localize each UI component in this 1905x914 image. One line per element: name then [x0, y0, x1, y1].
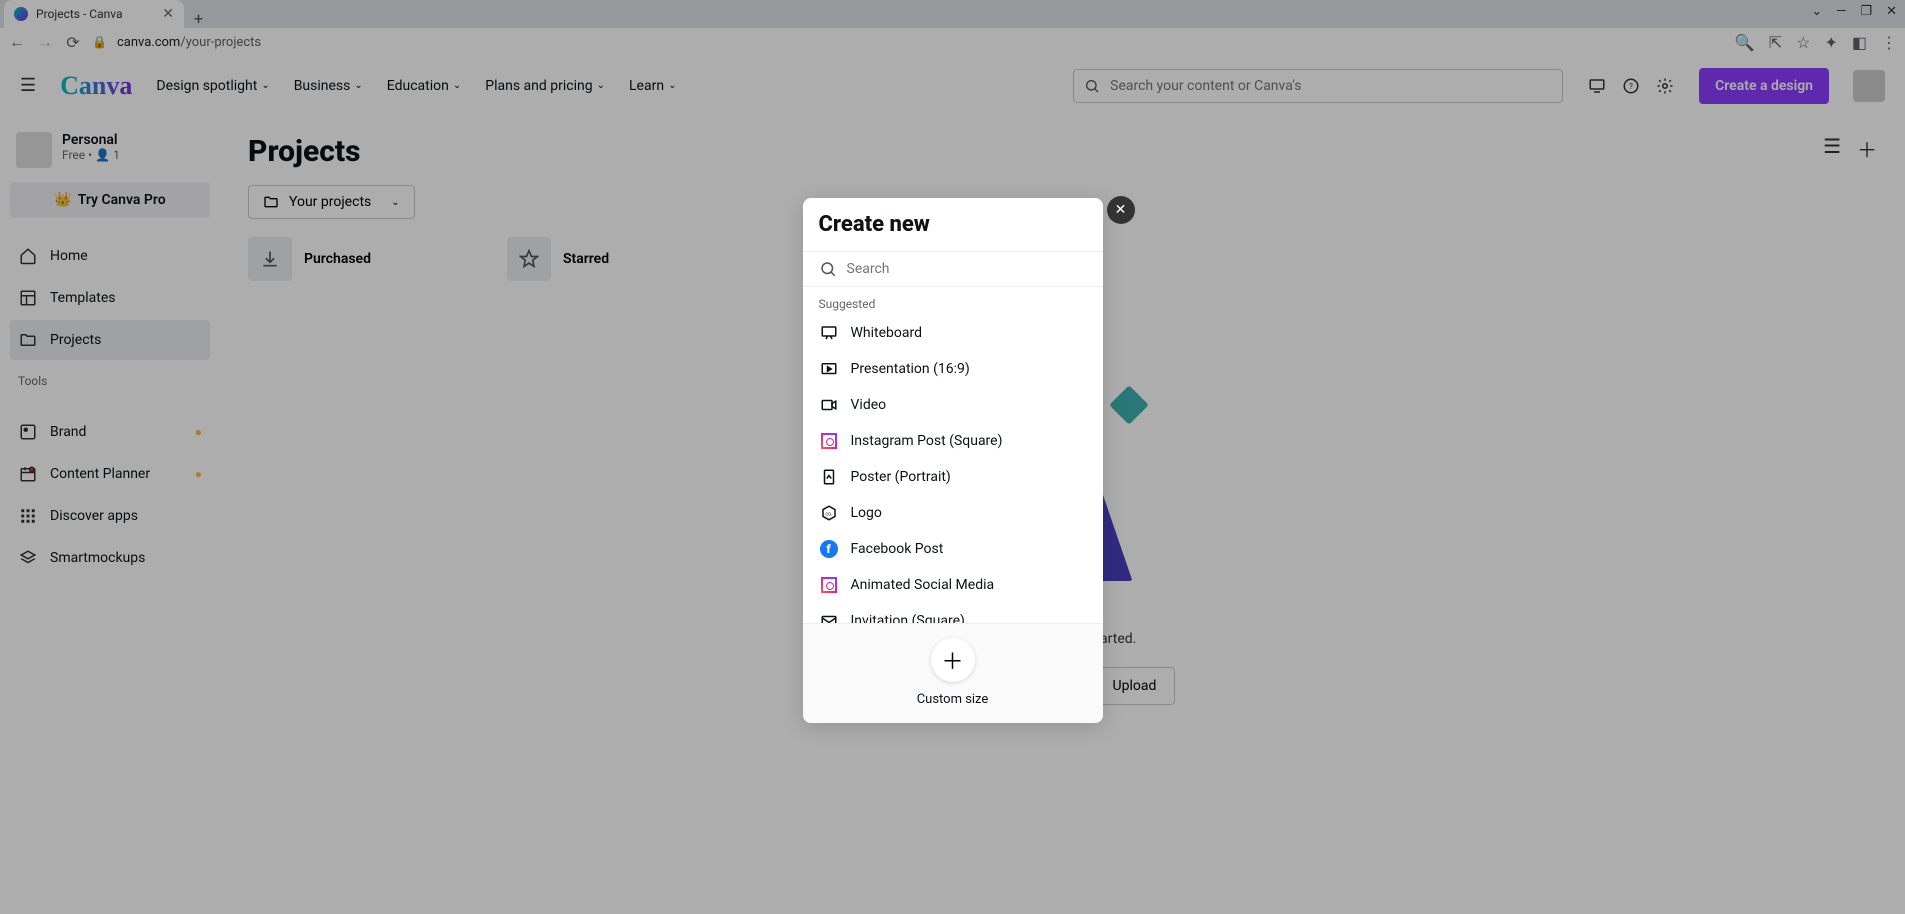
logo-icon: co. — [819, 503, 839, 523]
modal-item-facebook-post[interactable]: f Facebook Post — [803, 531, 1103, 567]
modal-footer: ＋ Custom size — [803, 623, 1103, 723]
facebook-icon: f — [819, 539, 839, 559]
custom-size-button[interactable]: ＋ — [931, 638, 975, 682]
modal-item-animated-social[interactable]: Animated Social Media — [803, 567, 1103, 603]
modal-item-video[interactable]: Video — [803, 387, 1103, 423]
modal-overlay[interactable]: ✕ Create new Suggested Whiteboard Presen… — [0, 0, 1905, 914]
instagram-icon — [819, 431, 839, 451]
invitation-icon — [819, 611, 839, 623]
modal-title: Create new — [803, 198, 1103, 251]
modal-suggested-label: Suggested — [803, 287, 1103, 315]
search-icon — [819, 260, 837, 278]
modal-item-invitation[interactable]: Invitation (Square) — [803, 603, 1103, 623]
modal-item-presentation[interactable]: Presentation (16:9) — [803, 351, 1103, 387]
whiteboard-icon — [819, 323, 839, 343]
modal-item-poster[interactable]: Poster (Portrait) — [803, 459, 1103, 495]
poster-icon — [819, 467, 839, 487]
modal-close-button[interactable]: ✕ — [1107, 196, 1135, 224]
modal-search[interactable] — [803, 251, 1103, 287]
modal-item-instagram-post[interactable]: Instagram Post (Square) — [803, 423, 1103, 459]
custom-size-label: Custom size — [917, 692, 989, 707]
create-new-modal: Create new Suggested Whiteboard Presenta… — [803, 198, 1103, 723]
modal-item-whiteboard[interactable]: Whiteboard — [803, 315, 1103, 351]
svg-text:co.: co. — [825, 511, 832, 517]
modal-item-logo[interactable]: co. Logo — [803, 495, 1103, 531]
instagram-icon — [819, 575, 839, 595]
video-icon — [819, 395, 839, 415]
modal-search-input[interactable] — [847, 261, 1087, 277]
presentation-icon — [819, 359, 839, 379]
